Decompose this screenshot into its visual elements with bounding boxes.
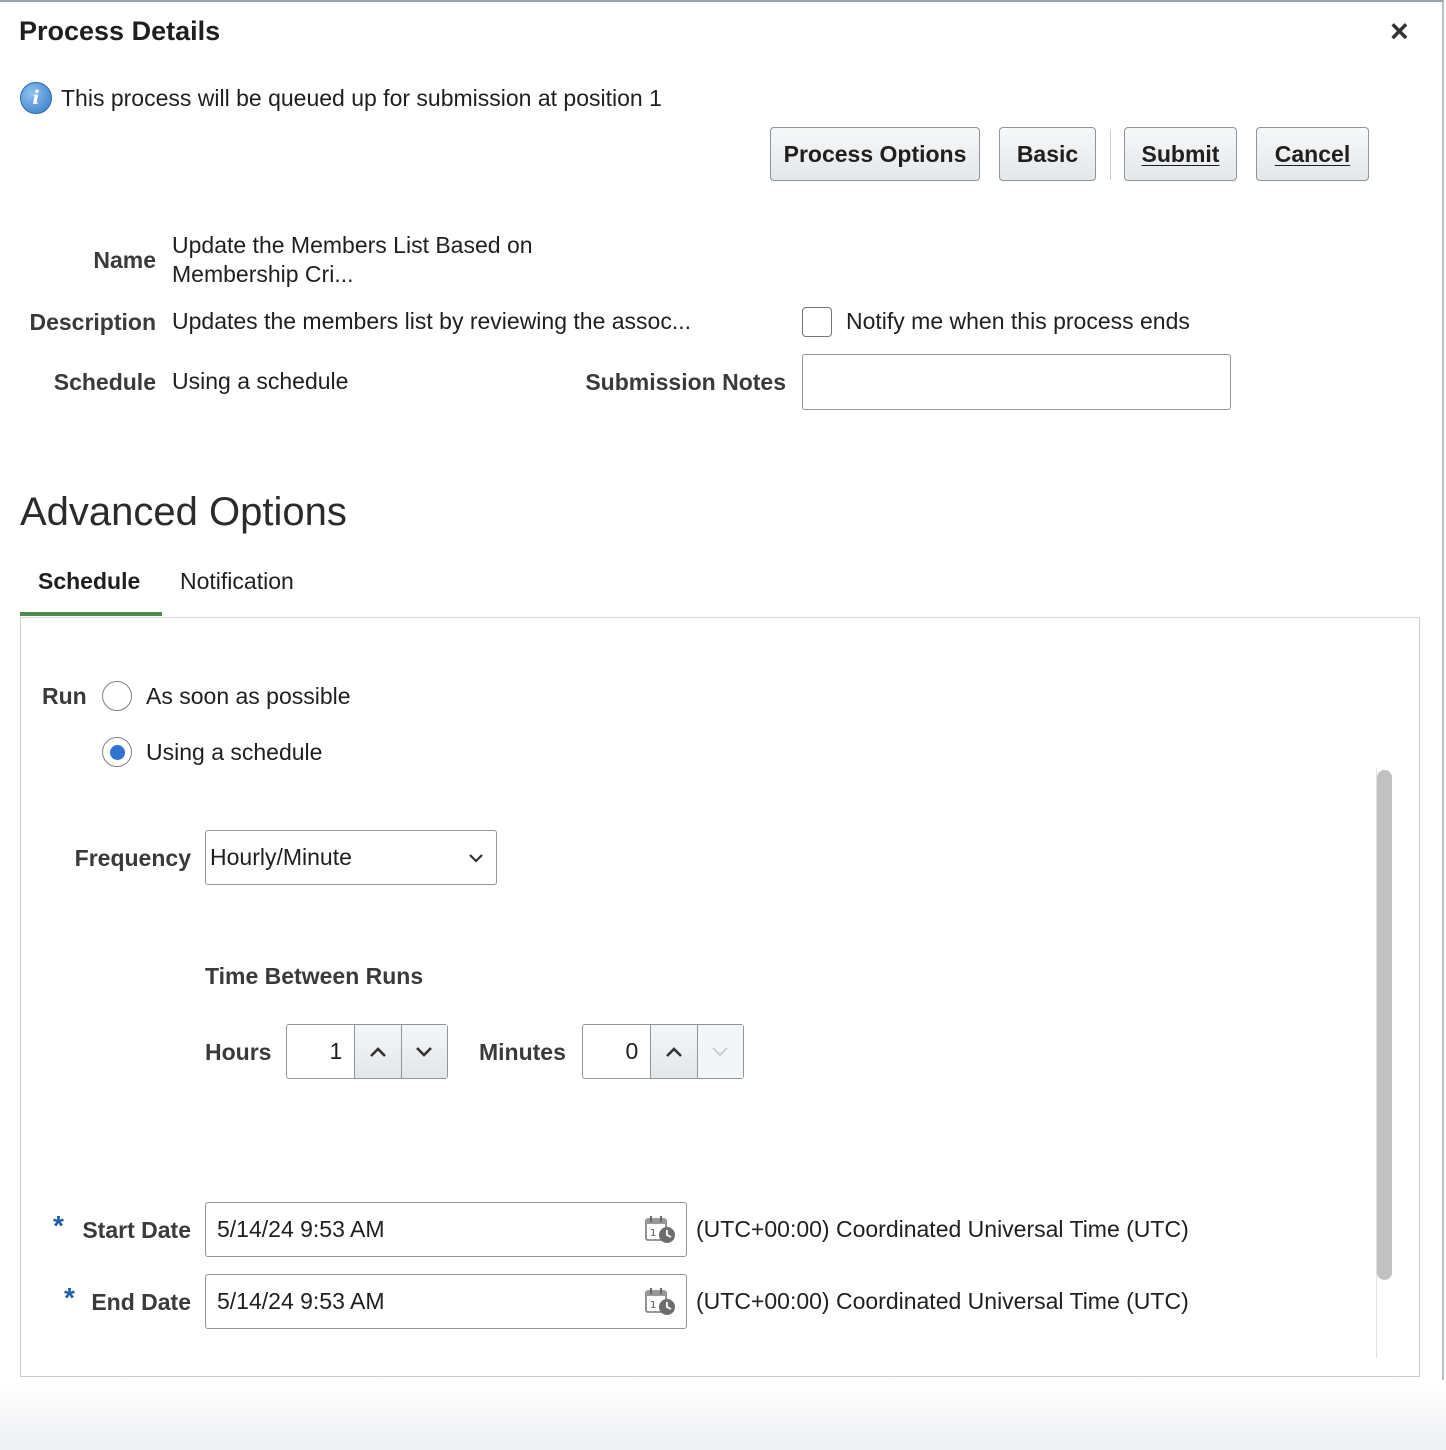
name-value-line1: Update the Members List Based on	[172, 232, 533, 258]
tab-notification[interactable]: Notification	[180, 568, 294, 595]
schedule-value: Using a schedule	[172, 368, 349, 394]
schedule-panel	[20, 617, 1420, 1377]
submit-button[interactable]: Submit	[1124, 127, 1237, 181]
toolbar-divider	[1110, 130, 1111, 180]
description-label: Description	[29, 309, 156, 335]
name-value-line2: Membership Cri...	[172, 261, 354, 287]
hours-decrement-button[interactable]	[400, 1025, 447, 1078]
hours-increment-button[interactable]	[354, 1025, 401, 1078]
radio-using-a-schedule-label: Using a schedule	[146, 739, 323, 765]
start-date-label: Start Date	[82, 1217, 191, 1243]
time-between-runs-label: Time Between Runs	[205, 963, 424, 989]
description-value: Updates the members list by reviewing th…	[172, 308, 692, 334]
radio-as-soon-as-possible[interactable]	[102, 681, 132, 711]
panel-scrollbar-thumb[interactable]	[1377, 770, 1392, 1280]
minutes-increment-button[interactable]	[650, 1025, 697, 1078]
tab-schedule[interactable]: Schedule	[38, 568, 140, 595]
start-date-input[interactable]: 5/14/24 9:53 AM 1	[205, 1202, 687, 1257]
calendar-icon[interactable]: 1	[644, 1286, 676, 1316]
svg-text:1: 1	[650, 1300, 656, 1311]
svg-text:1: 1	[650, 1228, 656, 1239]
basic-button[interactable]: Basic	[999, 127, 1096, 181]
advanced-options-heading: Advanced Options	[20, 490, 347, 534]
cancel-button[interactable]: Cancel	[1256, 127, 1369, 181]
submission-notes-label: Submission Notes	[585, 369, 786, 395]
chevron-down-icon	[712, 1046, 729, 1056]
minutes-stepper[interactable]: 0	[582, 1024, 744, 1079]
minutes-decrement-button	[696, 1025, 743, 1078]
minutes-label: Minutes	[479, 1039, 566, 1065]
dialog-title: Process Details	[19, 16, 221, 46]
name-label: Name	[93, 247, 156, 273]
end-date-value[interactable]: 5/14/24 9:53 AM	[217, 1288, 385, 1315]
frequency-label: Frequency	[74, 845, 191, 871]
end-date-timezone: (UTC+00:00) Coordinated Universal Time (…	[696, 1288, 1189, 1314]
calendar-icon[interactable]: 1	[644, 1214, 676, 1244]
chevron-up-icon	[370, 1046, 386, 1057]
run-label: Run	[42, 683, 87, 709]
start-date-value[interactable]: 5/14/24 9:53 AM	[217, 1216, 385, 1243]
minutes-value[interactable]: 0	[583, 1025, 650, 1078]
info-icon: i	[20, 82, 52, 114]
end-date-input[interactable]: 5/14/24 9:53 AM 1	[205, 1274, 687, 1329]
radio-using-a-schedule[interactable]	[102, 737, 132, 767]
info-message-row: i This process will be queued up for sub…	[20, 82, 662, 114]
chevron-down-icon	[416, 1046, 433, 1057]
required-asterisk: *	[53, 1210, 64, 1241]
notify-label: Notify me when this process ends	[846, 308, 1190, 334]
notify-checkbox[interactable]	[802, 307, 832, 337]
end-date-label: End Date	[91, 1289, 191, 1315]
radio-as-soon-as-possible-label: As soon as possible	[146, 683, 351, 709]
close-icon[interactable]: ×	[1390, 14, 1409, 48]
submission-notes-input[interactable]	[802, 354, 1231, 410]
hours-label: Hours	[205, 1039, 272, 1065]
hours-value[interactable]: 1	[287, 1025, 354, 1078]
schedule-label: Schedule	[53, 369, 156, 395]
chevron-down-icon	[469, 854, 483, 863]
required-asterisk: *	[64, 1282, 75, 1313]
process-options-button[interactable]: Process Options	[770, 127, 980, 181]
dialog-footer-band	[0, 1380, 1446, 1450]
active-tab-indicator	[20, 612, 162, 616]
frequency-value: Hourly/Minute	[210, 844, 352, 870]
radio-selected-dot	[109, 744, 125, 760]
frequency-select[interactable]: Hourly/Minute	[205, 830, 497, 885]
chevron-up-icon	[666, 1046, 682, 1057]
hours-stepper[interactable]: 1	[286, 1024, 448, 1079]
start-date-timezone: (UTC+00:00) Coordinated Universal Time (…	[696, 1216, 1189, 1242]
info-message: This process will be queued up for submi…	[61, 84, 662, 111]
